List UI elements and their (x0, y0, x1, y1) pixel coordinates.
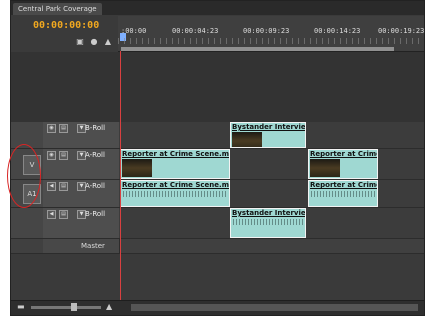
clip-thumbnail (310, 159, 340, 177)
track-header: ◉ ▤ ▼ B-Roll (43, 122, 120, 148)
eye-icon[interactable]: ◉ (47, 124, 56, 133)
speaker-icon[interactable]: ◀ (47, 210, 56, 219)
marker-icon[interactable]: ● (89, 37, 99, 47)
lock-icon[interactable]: ▲ (103, 37, 113, 47)
clip[interactable]: Reporter at Crime Scene.mpeg [A] (120, 180, 230, 207)
timeline-panel: Central Park Coverage 00:00:00:00 ▣ ● ▲ … (10, 0, 425, 316)
zoom-slider-thumb[interactable] (71, 303, 77, 311)
clip[interactable]: Reporter at Crime Scene (308, 180, 378, 207)
track-header: ◀ ▤ ▼ A-Roll (43, 180, 120, 207)
clip-label: Reporter at Crime Scene.mpeg [A] (122, 181, 229, 189)
track-audio-2: ◀ ▤ ▼ B-Roll Bystander Interview 0 (11, 208, 424, 239)
zoom-out-icon[interactable]: ▬ (17, 302, 25, 311)
film-icon[interactable]: ▤ (59, 124, 68, 133)
annotation-ellipse (7, 144, 41, 208)
track-video-1: V ◉ ▤ ▼ A-Roll Reporter at Crime Scene.m… (11, 149, 424, 180)
film-icon[interactable]: ▤ (59, 210, 68, 219)
clip[interactable]: Bystander Interview 0 (230, 208, 306, 238)
audio-waveform (123, 191, 227, 197)
track-lane[interactable]: Bystander Interview 0 (119, 122, 424, 148)
tab-bar: Central Park Coverage (11, 1, 424, 15)
track-lane[interactable]: Reporter at Crime Scene.mpeg [V] Reporte… (119, 149, 424, 179)
horizontal-scrollbar[interactable] (131, 304, 418, 311)
track-lane[interactable]: Bystander Interview 0 (119, 208, 424, 238)
zoom-in-icon[interactable]: ▲ (106, 302, 112, 311)
ruler-label: 00:00:14:23 (314, 27, 361, 35)
ruler-label: 00:00:19:23 (378, 27, 425, 35)
audio-waveform (311, 191, 375, 197)
ruler-label: 00:00:04:23 (172, 27, 219, 35)
clip-label: Reporter at Crime Scene.mpeg [V] (122, 150, 229, 158)
zoom-slider[interactable] (31, 303, 101, 311)
clip[interactable]: Reporter at Crime Scene.mpeg [V] (120, 149, 230, 179)
track-name: B-Roll (85, 124, 106, 132)
clip[interactable]: Reporter at Crime Scene (308, 149, 378, 179)
track-audio-1: A1 ◀ ▤ ▼ A-Roll Reporter at Crime Scene.… (11, 180, 424, 208)
clip-label: Bystander Interview 0 (232, 123, 306, 131)
clip[interactable]: Bystander Interview 0 (230, 122, 306, 148)
film-icon[interactable]: ▤ (59, 151, 68, 160)
bottom-bar: ▬ ▲ (11, 300, 424, 315)
tab-sequence[interactable]: Central Park Coverage (13, 3, 102, 15)
work-area-bar[interactable] (121, 47, 394, 51)
track-video-2: ◉ ▤ ▼ B-Roll Bystander Interview 0 (11, 122, 424, 149)
timecode-display[interactable]: 00:00:00:00 (33, 20, 99, 31)
clip-thumbnail (232, 132, 262, 147)
clip-label: Reporter at Crime Scene (310, 150, 377, 158)
track-header: ◉ ▤ ▼ A-Roll (43, 149, 120, 179)
track-header: ◀ ▤ ▼ B-Roll (43, 208, 120, 238)
track-name: B-Roll (85, 210, 106, 218)
track-lane[interactable]: Reporter at Crime Scene.mpeg [A] Reporte… (119, 180, 424, 207)
clip-thumbnail (122, 159, 152, 177)
time-ruler[interactable]: :00:00 00:00:04:23 00:00:09:23 00:00:14:… (118, 16, 424, 52)
snap-icon[interactable]: ▣ (75, 37, 85, 47)
ruler-ticks (118, 38, 424, 44)
track-name: A-Roll (85, 151, 105, 159)
track-master (11, 239, 424, 254)
audio-waveform (233, 219, 303, 225)
clip-label: Bystander Interview 0 (232, 209, 306, 217)
ruler-label: 00:00:09:23 (243, 27, 290, 35)
eye-icon[interactable]: ◉ (47, 151, 56, 160)
speaker-icon[interactable]: ◀ (47, 182, 56, 191)
clip-label: Reporter at Crime Scene (310, 181, 377, 189)
ruler-label: :00:00 (121, 27, 147, 35)
film-icon[interactable]: ▤ (59, 182, 68, 191)
empty-track-area (11, 52, 424, 122)
master-track-label: Master (81, 242, 105, 250)
track-name: A-Roll (85, 182, 105, 190)
playhead-line[interactable] (120, 51, 121, 303)
